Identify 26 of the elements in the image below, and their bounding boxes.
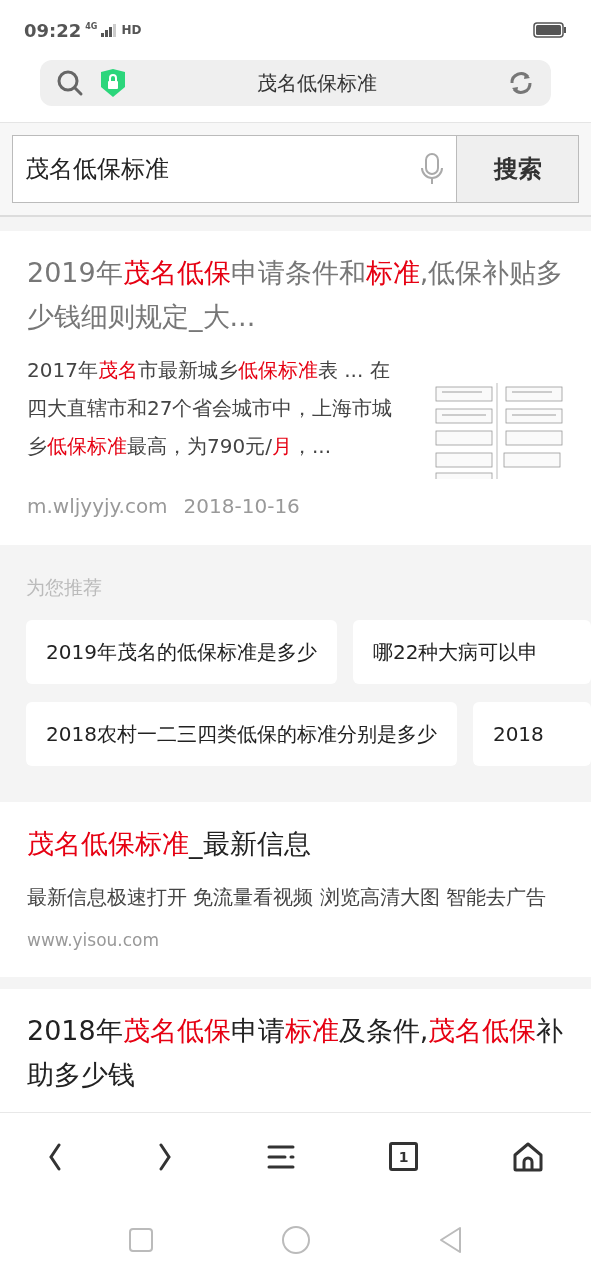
suggestion-chip[interactable]: 2019年茂名的低保标准是多少 (26, 619, 337, 684)
suggestion-chip[interactable]: 哪22种大病可以申 (352, 619, 591, 684)
lock-shield-icon (100, 68, 126, 98)
result-snippet: 最新信息极速打开 免流量看视频 浏览高清大图 智能去广告 (27, 883, 548, 911)
battery-icon (533, 22, 567, 38)
search-icon (56, 69, 84, 97)
hd-label: HD (121, 22, 142, 39)
status-time: 09:22 (24, 18, 82, 43)
tabs-button[interactable]: 1 (389, 1142, 418, 1171)
signal-icon (101, 23, 118, 37)
suggestion-chip[interactable]: 2018农村一二三四类低保的标准分别是多少 (26, 701, 457, 766)
forward-icon[interactable] (157, 1142, 173, 1171)
result-source: www.yisou.com (27, 928, 160, 952)
result-title[interactable]: 茂名低保标准_最新信息 (27, 821, 564, 866)
suggestion-chip[interactable]: 2018 (472, 701, 591, 766)
section-heading: 为您推荐 (26, 575, 103, 600)
result-title[interactable]: 2019年茂名低保申请条件和标准,低保补贴多少钱细则规定_大... (27, 251, 564, 339)
home-icon[interactable] (512, 1140, 544, 1173)
back-icon[interactable] (47, 1142, 63, 1171)
result-source: m.wljyyjy.com (27, 493, 168, 520)
result-date: 2018-10-16 (183, 493, 300, 520)
address-bar[interactable]: 茂名低保标准 (40, 60, 551, 106)
page-title: 茂名低保标准 (255, 70, 378, 97)
result-snippet: 2017年茂名市最新城乡低保标准表 ... 在四大直辖市和27个省会城市中，上海市城乡低保标准最高，为790元/月，... (27, 357, 394, 460)
menu-icon[interactable] (267, 1143, 295, 1170)
network-label: 4G (85, 20, 98, 33)
